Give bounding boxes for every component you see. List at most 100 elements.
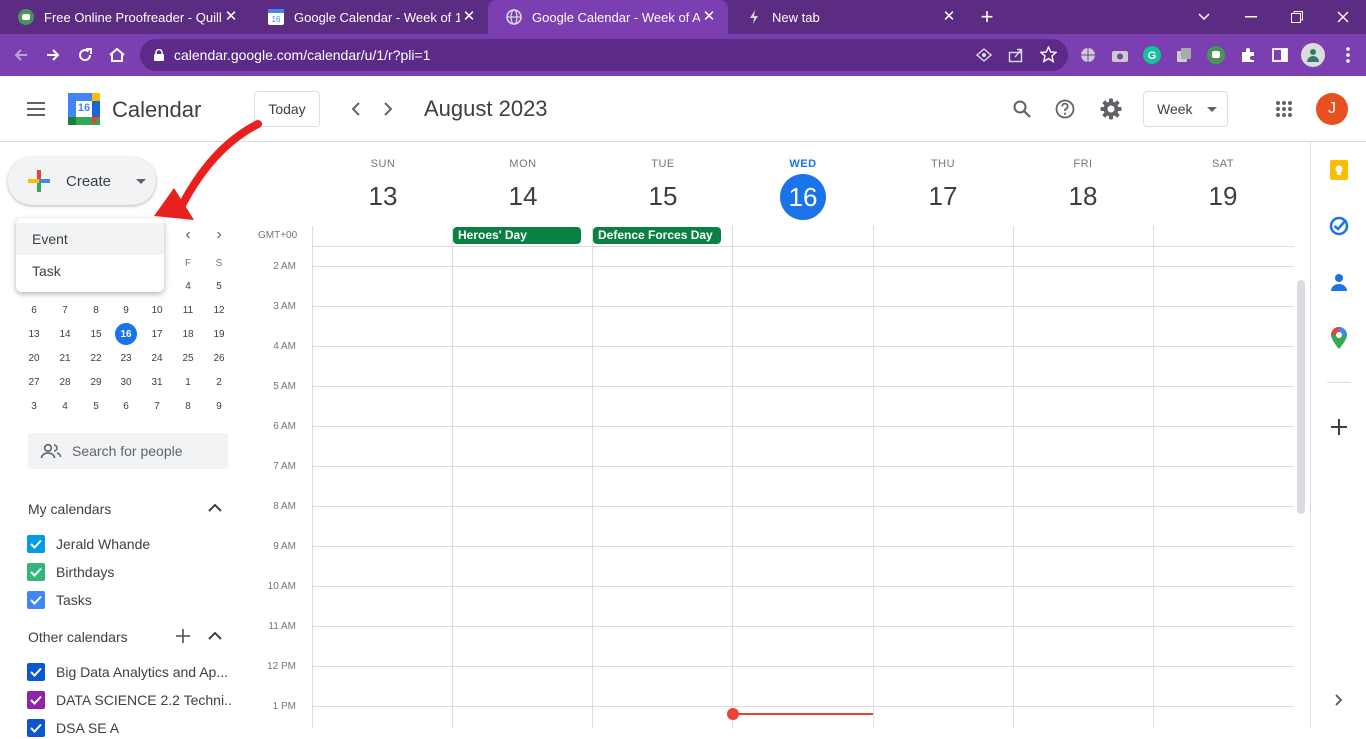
mini-calendar-day[interactable]: 27 <box>20 370 48 394</box>
mini-calendar-day[interactable]: 21 <box>51 346 79 370</box>
mini-calendar-day[interactable]: 15 <box>82 322 110 346</box>
checkbox-checked-icon[interactable] <box>27 663 45 681</box>
mini-calendar-day[interactable]: 22 <box>82 346 110 370</box>
day-header-thu[interactable]: THU 17 <box>873 142 1013 224</box>
mini-calendar-day[interactable]: 8 <box>174 394 202 418</box>
tab-search-chevron-icon[interactable] <box>1182 0 1226 34</box>
checkbox-checked-icon[interactable] <box>27 591 45 609</box>
mini-calendar-day[interactable]: 7 <box>51 298 79 322</box>
mini-calendar-day[interactable]: 23 <box>112 346 140 370</box>
calendar-item-tasks[interactable]: Tasks <box>27 589 232 611</box>
account-avatar[interactable]: J <box>1316 93 1348 125</box>
calendar-item-birthdays[interactable]: Birthdays <box>27 561 232 583</box>
calendar-item-data-science[interactable]: DATA SCIENCE 2.2 Techni... <box>27 689 232 711</box>
mini-calendar-day[interactable]: 5 <box>205 274 233 298</box>
profile-avatar-icon[interactable] <box>1301 43 1325 67</box>
close-icon[interactable]: ✕ <box>940 8 958 26</box>
mini-calendar-day[interactable]: 28 <box>51 370 79 394</box>
browser-tab-calendar-1[interactable]: 16 Google Calendar - Week of 13 August 2… <box>250 0 488 34</box>
checkbox-checked-icon[interactable] <box>27 563 45 581</box>
browser-tab-new[interactable]: New tab ✕ <box>728 0 968 34</box>
day-number[interactable]: 15 <box>593 174 733 218</box>
main-menu-hamburger-icon[interactable] <box>20 93 52 125</box>
mini-calendar-day[interactable]: 5 <box>82 394 110 418</box>
all-day-event-defence-forces-day[interactable]: Defence Forces Day <box>593 227 721 244</box>
day-header-mon[interactable]: MON 14 <box>453 142 593 224</box>
menu-item-task[interactable]: Task <box>16 255 164 287</box>
search-icon[interactable] <box>1006 93 1038 125</box>
google-apps-grid-icon[interactable] <box>1268 93 1300 125</box>
mini-calendar-day[interactable]: 19 <box>205 322 233 346</box>
my-calendars-heading[interactable]: My calendars <box>28 501 111 517</box>
forward-button[interactable] <box>38 40 68 70</box>
mini-calendar-day[interactable]: 26 <box>205 346 233 370</box>
close-icon[interactable]: ✕ <box>460 8 478 26</box>
restore-button[interactable] <box>1275 0 1319 34</box>
day-header-wed[interactable]: WED 16 <box>733 142 873 224</box>
mini-calendar-day[interactable]: 13 <box>20 322 48 346</box>
world-extension-icon[interactable] <box>1077 44 1099 66</box>
browser-tab-quillbot[interactable]: Free Online Proofreader - QuillBot ✕ <box>0 0 250 34</box>
day-number-current[interactable]: 16 <box>733 174 873 220</box>
day-header-sat[interactable]: SAT 19 <box>1153 142 1293 224</box>
expand-panel-chevron-icon[interactable] <box>1327 688 1351 712</box>
back-button[interactable] <box>6 40 36 70</box>
next-week-chevron-icon[interactable] <box>372 93 404 125</box>
keep-icon[interactable] <box>1327 158 1351 182</box>
close-icon[interactable]: ✕ <box>700 8 718 26</box>
mini-calendar-day[interactable]: 25 <box>174 346 202 370</box>
grid-scrollbar[interactable] <box>1297 280 1305 514</box>
mini-calendar-day[interactable]: 14 <box>51 322 79 346</box>
browser-menu-icon[interactable] <box>1337 44 1359 66</box>
other-calendars-heading[interactable]: Other calendars <box>28 629 128 645</box>
mini-calendar-day[interactable]: 4 <box>174 274 202 298</box>
reload-button[interactable] <box>70 40 100 70</box>
mini-calendar-day[interactable]: 29 <box>82 370 110 394</box>
day-number[interactable]: 18 <box>1013 174 1153 218</box>
mini-calendar-day[interactable]: 7 <box>143 394 171 418</box>
mini-calendar-day[interactable]: 20 <box>20 346 48 370</box>
browser-tab-calendar-active[interactable]: Google Calendar - Week of August ✕ <box>488 0 728 34</box>
calendar-item-big-data[interactable]: Big Data Analytics and Ap... <box>27 661 232 683</box>
day-number[interactable]: 19 <box>1153 174 1293 218</box>
home-button[interactable] <box>102 40 132 70</box>
previous-week-chevron-icon[interactable] <box>340 93 372 125</box>
collapse-chevron-up-icon[interactable] <box>208 631 222 640</box>
day-header-tue[interactable]: TUE 15 <box>593 142 733 224</box>
mini-calendar-day[interactable]: 3 <box>20 394 48 418</box>
add-addon-plus-icon[interactable] <box>1327 415 1351 439</box>
camera-extension-icon[interactable] <box>1109 44 1131 66</box>
help-icon[interactable] <box>1049 93 1081 125</box>
mini-calendar-day[interactable]: 9 <box>205 394 233 418</box>
mini-calendar-day[interactable]: 24 <box>143 346 171 370</box>
contacts-icon[interactable] <box>1327 270 1351 294</box>
mini-calendar-day[interactable]: 10 <box>143 298 171 322</box>
mini-calendar-day[interactable]: 2 <box>205 370 233 394</box>
day-number[interactable]: 17 <box>873 174 1013 218</box>
close-window-button[interactable] <box>1321 0 1365 34</box>
calendar-item-dsa[interactable]: DSA SE A <box>27 717 232 739</box>
mini-calendar-day[interactable]: 11 <box>174 298 202 322</box>
settings-gear-icon[interactable] <box>1095 93 1127 125</box>
maps-icon[interactable] <box>1327 326 1351 350</box>
calendar-item-jerald[interactable]: Jerald Whande <box>27 533 232 555</box>
mini-calendar-day[interactable]: 17 <box>143 322 171 346</box>
collapse-chevron-up-icon[interactable] <box>208 503 222 512</box>
day-number[interactable]: 13 <box>313 174 453 218</box>
mini-calendar-day[interactable]: 12 <box>205 298 233 322</box>
mini-calendar-day[interactable]: 31 <box>143 370 171 394</box>
mini-calendar-day[interactable]: 9 <box>112 298 140 322</box>
puzzle-extensions-icon[interactable] <box>1237 44 1259 66</box>
grammarly-icon[interactable]: G <box>1141 44 1163 66</box>
bookmark-star-icon[interactable] <box>1040 46 1057 63</box>
eye-icon[interactable] <box>976 47 992 63</box>
copy-extension-icon[interactable] <box>1173 44 1195 66</box>
checkbox-checked-icon[interactable] <box>27 691 45 709</box>
mini-calendar-day[interactable]: 6 <box>112 394 140 418</box>
minimize-button[interactable] <box>1229 0 1273 34</box>
close-icon[interactable]: ✕ <box>222 8 240 26</box>
mini-calendar-day[interactable]: 18 <box>174 322 202 346</box>
checkbox-checked-icon[interactable] <box>27 535 45 553</box>
mini-calendar-day[interactable]: 4 <box>51 394 79 418</box>
day-header-sun[interactable]: SUN 13 <box>313 142 453 224</box>
